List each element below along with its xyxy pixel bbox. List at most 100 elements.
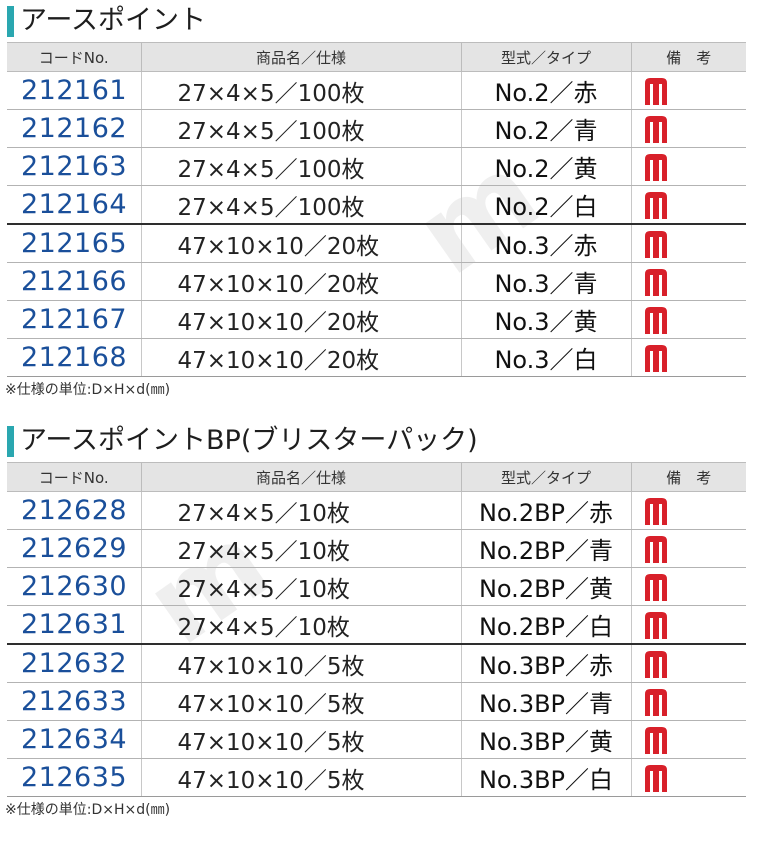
product-spec: 27×4×5／100枚 — [140, 71, 461, 110]
product-spec: 27×4×5／10枚 — [140, 491, 461, 530]
product-code: 212629 — [7, 529, 141, 568]
product-code: 212164 — [7, 185, 141, 225]
table-row: 212634 47×10×10／5枚 No.3BP／黄 — [7, 720, 746, 759]
table-row: 212632 47×10×10／5枚 No.3BP／赤 — [7, 644, 746, 683]
footnote: ※仕様の単位:D×H×d(㎜) — [5, 382, 171, 398]
note-cell — [630, 567, 746, 606]
table-header-row: コードNo. 商品名／仕様 型式／タイプ 備 考 — [7, 42, 746, 72]
product-type: No.3／黄 — [460, 300, 631, 339]
product-type: No.2BP／赤 — [460, 491, 631, 530]
section-title: アースポイント — [0, 0, 766, 42]
product-type: No.2／黄 — [460, 147, 631, 186]
table-body: 212161 27×4×5／100枚 No.2／赤 212162 27×4×5／100枚… — [7, 71, 746, 377]
note-cell — [630, 491, 746, 530]
header-code: コードNo. — [7, 42, 141, 72]
note-cell — [630, 338, 746, 377]
table-row: 212165 47×10×10／20枚 No.3／赤 — [7, 224, 746, 263]
product-code: 212632 — [7, 644, 141, 683]
table-body: 212628 27×4×5／10枚 No.2BP／赤 212629 27×4×5／10枚… — [7, 491, 746, 797]
product-code: 212631 — [7, 605, 141, 645]
product-type: No.3BP／白 — [460, 758, 631, 797]
note-cell — [630, 262, 746, 301]
product-code: 212630 — [7, 567, 141, 606]
m-icon — [642, 610, 670, 640]
table-row: 212628 27×4×5／10枚 No.2BP／赤 — [7, 491, 746, 530]
note-cell — [630, 605, 746, 645]
m-icon — [642, 152, 670, 182]
table-row: 212630 27×4×5／10枚 No.2BP／黄 — [7, 567, 746, 606]
table-row: 212633 47×10×10／5枚 No.3BP／青 — [7, 682, 746, 721]
product-spec: 47×10×10／20枚 — [140, 338, 461, 377]
m-icon — [642, 687, 670, 717]
product-spec: 27×4×5／10枚 — [140, 567, 461, 606]
product-type: No.2BP／青 — [460, 529, 631, 568]
title-marker — [7, 426, 14, 457]
section-title-text: アースポイント — [20, 5, 207, 36]
product-spec: 47×10×10／5枚 — [140, 644, 461, 683]
product-spec: 47×10×10／20枚 — [140, 300, 461, 339]
note-cell — [630, 758, 746, 797]
table-row: 212164 27×4×5／100枚 No.2／白 — [7, 185, 746, 225]
table-row: 212168 47×10×10／20枚 No.3／白 — [7, 338, 746, 377]
header-note: 備 考 — [630, 42, 746, 72]
table-row: 212167 47×10×10／20枚 No.3／黄 — [7, 300, 746, 339]
product-code: 212166 — [7, 262, 141, 301]
header-type: 型式／タイプ — [460, 462, 631, 492]
product-spec: 47×10×10／20枚 — [140, 224, 461, 263]
product-spec: 27×4×5／10枚 — [140, 529, 461, 568]
product-type: No.2／白 — [460, 185, 631, 225]
product-code: 212167 — [7, 300, 141, 339]
note-cell — [630, 300, 746, 339]
note-cell — [630, 185, 746, 225]
note-cell — [630, 529, 746, 568]
product-type: No.3BP／黄 — [460, 720, 631, 759]
product-type: No.2BP／白 — [460, 605, 631, 645]
product-type: No.3BP／青 — [460, 682, 631, 721]
product-code: 212161 — [7, 71, 141, 110]
product-code: 212162 — [7, 109, 141, 148]
m-icon — [642, 534, 670, 564]
m-icon — [642, 343, 670, 373]
note-cell — [630, 644, 746, 683]
product-spec: 27×4×5／100枚 — [140, 185, 461, 225]
section-earth-point-bp: アースポイントBP(ブリスターパック) コードNo. 商品名／仕様 型式／タイプ… — [0, 420, 766, 821]
product-spec: 47×10×10／5枚 — [140, 682, 461, 721]
product-code: 212163 — [7, 147, 141, 186]
header-type: 型式／タイプ — [460, 42, 631, 72]
m-icon — [642, 76, 670, 106]
header-note: 備 考 — [630, 462, 746, 492]
product-code: 212168 — [7, 338, 141, 377]
m-icon — [642, 649, 670, 679]
m-icon — [642, 267, 670, 297]
header-spec: 商品名／仕様 — [140, 42, 461, 72]
note-cell — [630, 682, 746, 721]
m-icon — [642, 114, 670, 144]
footnote: ※仕様の単位:D×H×d(㎜) — [5, 802, 171, 818]
table-row: 212161 27×4×5／100枚 No.2／赤 — [7, 71, 746, 110]
m-icon — [642, 229, 670, 259]
section-title-text: アースポイントBP(ブリスターパック) — [20, 425, 478, 456]
product-spec: 47×10×10／5枚 — [140, 720, 461, 759]
m-icon — [642, 572, 670, 602]
product-spec: 27×4×5／10枚 — [140, 605, 461, 645]
note-cell — [630, 71, 746, 110]
product-type: No.2／青 — [460, 109, 631, 148]
m-icon — [642, 725, 670, 755]
product-spec: 27×4×5／100枚 — [140, 109, 461, 148]
product-spec: 27×4×5／100枚 — [140, 147, 461, 186]
product-table: コードNo. 商品名／仕様 型式／タイプ 備 考 212628 27×4×5／10… — [7, 462, 746, 797]
m-icon — [642, 496, 670, 526]
table-header-row: コードNo. 商品名／仕様 型式／タイプ 備 考 — [7, 462, 746, 492]
table-row: 212166 47×10×10／20枚 No.3／青 — [7, 262, 746, 301]
m-icon — [642, 190, 670, 220]
header-spec: 商品名／仕様 — [140, 462, 461, 492]
product-table: コードNo. 商品名／仕様 型式／タイプ 備 考 212161 27×4×5／10… — [7, 42, 746, 377]
header-code: コードNo. — [7, 462, 141, 492]
product-code: 212634 — [7, 720, 141, 759]
section-title: アースポイントBP(ブリスターパック) — [0, 420, 766, 462]
product-spec: 47×10×10／20枚 — [140, 262, 461, 301]
product-spec: 47×10×10／5枚 — [140, 758, 461, 797]
product-code: 212633 — [7, 682, 141, 721]
note-cell — [630, 224, 746, 263]
product-type: No.2／赤 — [460, 71, 631, 110]
